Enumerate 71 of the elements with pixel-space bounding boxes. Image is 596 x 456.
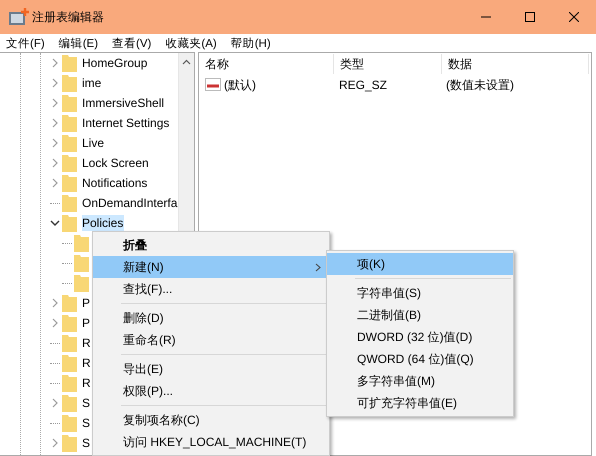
- column-header[interactable]: 数据: [442, 54, 589, 74]
- tree-item[interactable]: S: [82, 435, 92, 451]
- value-data: (数值未设置): [446, 76, 514, 94]
- close-icon[interactable]: [569, 12, 579, 22]
- menu-item[interactable]: 可扩充字符串值(E): [327, 392, 513, 414]
- folder-icon: [62, 174, 77, 192]
- menu-item[interactable]: 导出(E): [93, 358, 329, 380]
- folder-icon: [62, 114, 77, 132]
- tree-item[interactable]: ImmersiveShell: [82, 95, 166, 111]
- menu-item[interactable]: 多字符串值(M): [327, 370, 513, 392]
- tree-item[interactable]: ime: [82, 75, 102, 91]
- menu-item[interactable]: 字符串值(S): [327, 282, 513, 304]
- tree-item[interactable]: Internet Settings: [82, 115, 170, 131]
- tree-item[interactable]: Notifications: [82, 175, 148, 191]
- menu-bar-item[interactable]: 帮助(H): [230, 36, 271, 50]
- tree-item[interactable]: Live: [82, 135, 106, 151]
- value-type: REG_SZ: [339, 78, 388, 92]
- folder-icon: [62, 74, 77, 92]
- tree-item[interactable]: R: [82, 375, 92, 391]
- string-value-icon: [205, 78, 221, 92]
- tree-item[interactable]: S: [82, 415, 92, 431]
- tree-item[interactable]: HomeGroup: [82, 55, 148, 71]
- menu-item[interactable]: 新建(N): [93, 256, 329, 278]
- folder-icon: [62, 434, 77, 452]
- folder-icon: [62, 334, 77, 352]
- menu-bar-item[interactable]: 收藏夹(A): [165, 36, 217, 50]
- menu-item[interactable]: 查找(F)...: [93, 278, 329, 300]
- folder-icon: [62, 414, 77, 432]
- tree-item[interactable]: Lock Screen: [82, 155, 150, 171]
- folder-icon: [62, 94, 77, 112]
- menu-bar-item[interactable]: 编辑(E): [58, 36, 98, 50]
- column-header[interactable]: 名称: [199, 54, 334, 74]
- tree-item[interactable]: R: [82, 335, 92, 351]
- value-name: (默认): [224, 76, 256, 94]
- window-title: 注册表编辑器: [32, 8, 105, 26]
- scroll-up-icon[interactable]: [182, 59, 192, 65]
- folder-icon: [62, 214, 77, 232]
- menu-item[interactable]: QWORD (64 位)值(Q): [327, 348, 513, 370]
- folder-icon: [62, 394, 77, 412]
- menu-item[interactable]: 折叠: [93, 234, 329, 256]
- tree-item[interactable]: S: [82, 395, 92, 411]
- tree-item[interactable]: P: [82, 315, 92, 331]
- menu-item[interactable]: 项(K): [327, 253, 513, 275]
- menu-item[interactable]: 访问 HKEY_LOCAL_MACHINE(T): [93, 431, 329, 453]
- folder-icon: [74, 234, 89, 252]
- folder-icon: [62, 374, 77, 392]
- folder-icon: [62, 354, 77, 372]
- menu-item[interactable]: 删除(D): [93, 307, 329, 329]
- menu-bar-item[interactable]: 文件(F): [6, 36, 45, 50]
- folder-icon: [62, 134, 77, 152]
- tree-item[interactable]: Policies: [82, 215, 124, 231]
- folder-icon: [74, 274, 89, 292]
- folder-icon: [62, 154, 77, 172]
- menu-item[interactable]: DWORD (32 位)值(D): [327, 326, 513, 348]
- menu-item[interactable]: 二进制值(B): [327, 304, 513, 326]
- folder-icon: [62, 54, 77, 72]
- menu-bar-item[interactable]: 查看(V): [112, 36, 152, 50]
- menu-item[interactable]: 重命名(R): [93, 329, 329, 351]
- tree-item[interactable]: P: [82, 295, 92, 311]
- folder-icon: [62, 314, 77, 332]
- maximize-icon[interactable]: [525, 12, 535, 22]
- tree-item[interactable]: R: [82, 355, 92, 371]
- tree-item[interactable]: OnDemandInterfa: [82, 195, 178, 211]
- registry-editor-icon: [8, 7, 30, 27]
- folder-icon: [62, 294, 77, 312]
- menu-item[interactable]: 权限(P)...: [93, 380, 329, 402]
- column-header[interactable]: 类型: [334, 54, 442, 74]
- folder-icon: [74, 254, 89, 272]
- menu-item[interactable]: 复制项名称(C): [93, 409, 329, 431]
- minimize-icon[interactable]: [481, 16, 491, 18]
- folder-icon: [62, 194, 77, 212]
